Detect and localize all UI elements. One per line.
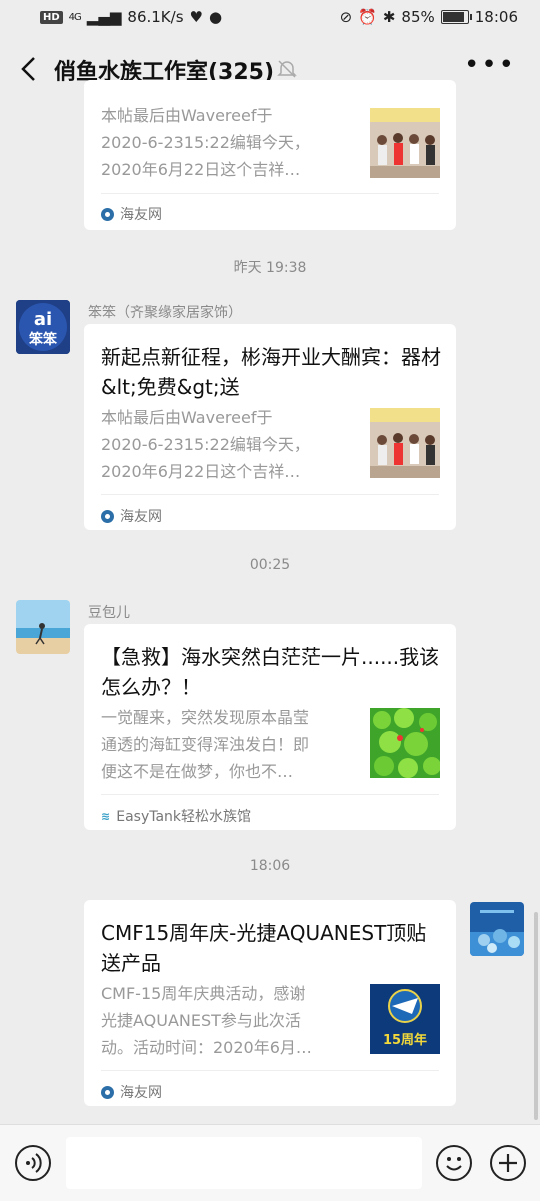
battery-icon xyxy=(440,10,472,24)
card-source: 海友网 xyxy=(101,1082,162,1102)
chat-bubble-icon: ● xyxy=(208,8,223,26)
battery-percent: 85% xyxy=(401,8,435,26)
card-thumbnail: 15周年 xyxy=(370,984,440,1054)
input-bar xyxy=(0,1124,540,1201)
back-arrow-icon[interactable] xyxy=(16,54,46,84)
my-avatar[interactable] xyxy=(470,902,524,956)
smiley-icon xyxy=(446,1157,462,1171)
benben-avatar-icon: ai 笨笨 xyxy=(16,300,70,354)
card-divider xyxy=(101,794,439,795)
sender-name: 笨笨（齐聚缘家居家饰） xyxy=(88,305,242,321)
avatar[interactable]: ai 笨笨 xyxy=(16,300,70,354)
voice-button[interactable] xyxy=(15,1145,51,1181)
card-source: ≋ EasyTank轻松水族馆 xyxy=(101,809,252,825)
thumb-15-years: 15周年 xyxy=(383,1032,427,1048)
status-left: HD 4G ▂▄▆ 86.1K/s ♥ ● xyxy=(40,8,222,26)
card-description: 一觉醒来，突然发现原本晶莹 通透的海缸变得浑浊发白！即 便这不是在做梦，你也不… xyxy=(101,708,310,781)
card-title: 【急救】海水突然白茫茫一片......我该怎么办？！ xyxy=(101,645,440,699)
reef-avatar-icon xyxy=(470,902,524,956)
message-input[interactable] xyxy=(66,1137,422,1189)
card-thumbnail xyxy=(370,108,440,178)
card-divider xyxy=(101,1070,439,1071)
easytank-icon: ≋ xyxy=(101,809,111,823)
card-divider xyxy=(101,494,439,495)
card-description: 本帖最后由Wavereef于 2020-6-2315:22编辑今天， 2020年… xyxy=(101,408,310,481)
haiyou-icon xyxy=(101,1085,114,1099)
timestamp: 18:06 xyxy=(249,858,291,874)
network-speed: 86.1K/s xyxy=(127,8,184,26)
plus-button[interactable] xyxy=(490,1145,526,1181)
status-bar: HD 4G ▂▄▆ 86.1K/s ♥ ● ⊘ ⏰ ✱ 85% 18:06 xyxy=(0,0,540,36)
alarm-icon: ⏰ xyxy=(358,8,377,26)
card-source: 海友网 xyxy=(101,506,162,526)
signal-icon: ▂▄▆ xyxy=(86,8,122,26)
svg-text:ai: ai xyxy=(34,309,52,330)
link-card[interactable]: CMF15周年庆-光捷AQUANEST顶贴送产品 CMF-15周年庆典活动，感谢… xyxy=(84,900,456,1106)
card-source: 海友网 xyxy=(101,204,162,224)
plus-icon xyxy=(499,1154,517,1172)
card-thumbnail xyxy=(370,408,440,478)
card-title: CMF15周年庆-光捷AQUANEST顶贴送产品 xyxy=(101,921,427,975)
scrollbar[interactable] xyxy=(534,912,538,1120)
card-description: 本帖最后由Wavereef于 2020-6-2315:22编辑今天， 2020年… xyxy=(101,106,310,179)
card-divider xyxy=(101,193,439,194)
svg-text:笨笨: 笨笨 xyxy=(29,331,58,348)
more-options-button[interactable]: ••• xyxy=(464,52,516,78)
clock: 18:06 xyxy=(474,8,518,26)
bluetooth-icon: ✱ xyxy=(382,8,396,26)
status-right: ⊘ ⏰ ✱ 85% 18:06 xyxy=(340,8,518,26)
haiyou-icon xyxy=(101,207,114,221)
beach-avatar-icon xyxy=(16,600,70,654)
card-thumbnail xyxy=(370,708,440,778)
avatar[interactable] xyxy=(16,600,70,654)
emoji-button[interactable] xyxy=(436,1145,472,1181)
timestamp: 00:25 xyxy=(249,557,291,573)
sender-name: 豆包儿 xyxy=(88,605,130,621)
hd-badge: HD xyxy=(40,10,63,24)
timestamp: 昨天 19:38 xyxy=(233,260,307,276)
heart-monitor-icon: ♥ xyxy=(189,8,203,26)
link-card[interactable]: 【急救】海水突然白茫茫一片......我该怎么办？！ 一觉醒来，突然发现原本晶莹… xyxy=(84,624,456,830)
network-4g-icon: 4G xyxy=(68,11,82,23)
link-card[interactable]: 新起点新征程，彬海开业大酬宾：器材&lt;免费&gt;送 本帖最后由Wavere… xyxy=(84,324,456,530)
voice-icon xyxy=(26,1153,42,1173)
link-card[interactable]: 本帖最后由Wavereef于 2020-6-2315:22编辑今天， 2020年… xyxy=(84,80,456,230)
card-description: CMF-15周年庆典活动，感谢 光捷AQUANEST参与此次活 动。活动时间：2… xyxy=(101,984,312,1057)
data-saver-icon: ⊘ xyxy=(339,8,353,26)
bell-muted-icon xyxy=(277,60,297,78)
haiyou-icon xyxy=(101,509,114,523)
card-title: 新起点新征程，彬海开业大酬宾：器材&lt;免费&gt;送 xyxy=(101,345,441,399)
